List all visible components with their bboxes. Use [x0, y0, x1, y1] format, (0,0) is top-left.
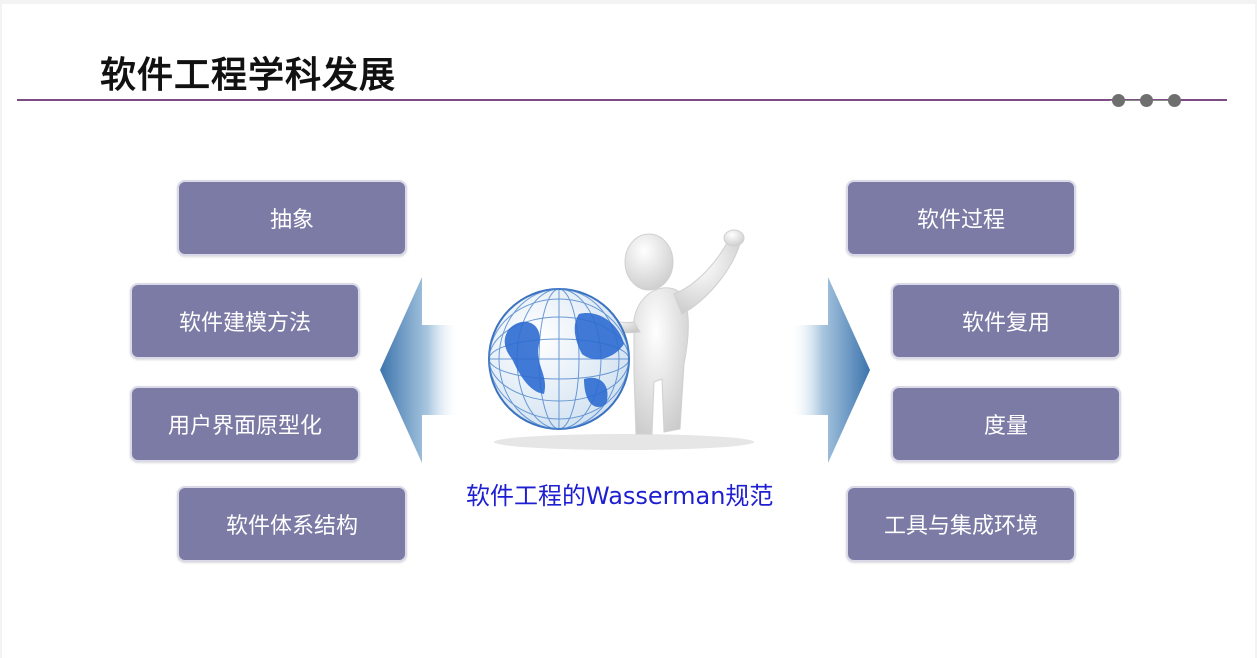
- title-divider: [17, 99, 1227, 101]
- caption: 软件工程的Wasserman规范: [466, 482, 774, 510]
- left-box-ui-prototyping: 用户界面原型化: [130, 386, 360, 462]
- right-box-tools: 工具与集成环境: [846, 486, 1076, 562]
- dot-icon: [1112, 94, 1125, 107]
- decorative-dots: [1110, 93, 1181, 107]
- slide-title: 软件工程学科发展: [100, 55, 397, 96]
- left-box-architecture: 软件体系结构: [177, 486, 407, 562]
- dot-icon: [1140, 94, 1153, 107]
- dot-icon: [1168, 94, 1181, 107]
- right-box-metrics: 度量: [891, 386, 1121, 462]
- left-box-abstraction: 抽象: [177, 180, 407, 256]
- left-arrow-icon: [380, 277, 460, 463]
- right-box-process: 软件过程: [846, 180, 1076, 256]
- right-box-reuse: 软件复用: [891, 283, 1121, 359]
- figure-leaning-on-globe-icon: [488, 229, 754, 450]
- left-box-modeling-methods: 软件建模方法: [130, 283, 360, 359]
- right-arrow-icon: [790, 277, 870, 463]
